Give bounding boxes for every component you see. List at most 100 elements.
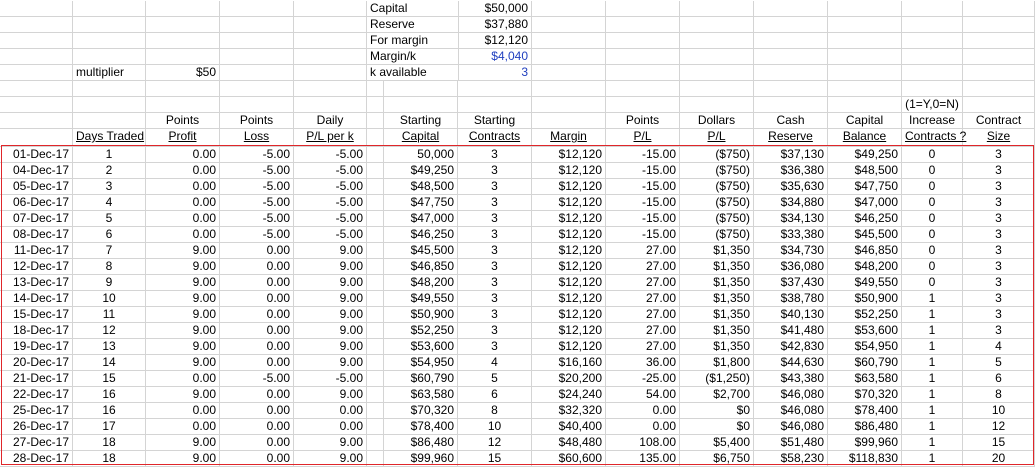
table-cell-col4[interactable]: -5.00 — [294, 163, 367, 179]
table-cell-col10[interactable]: $5,400 — [680, 435, 754, 451]
table-cell-col11[interactable]: $40,130 — [754, 307, 828, 323]
table-cell-col1[interactable]: 15 — [73, 371, 146, 387]
table-cell-col12[interactable]: $46,250 — [828, 211, 902, 227]
cell[interactable] — [220, 17, 294, 33]
param-label-k_available_label[interactable]: k available — [367, 65, 459, 81]
table-cell-col11[interactable]: $36,380 — [754, 163, 828, 179]
table-cell-col0[interactable]: 19-Dec-17 — [0, 339, 73, 355]
cell[interactable] — [902, 65, 963, 81]
table-cell-col4[interactable]: 9.00 — [294, 339, 367, 355]
table-cell-col2[interactable]: 0.00 — [146, 179, 220, 195]
table-cell-col10[interactable]: $1,350 — [680, 307, 754, 323]
cell[interactable] — [146, 1, 220, 17]
table-cell-col6[interactable]: $47,000 — [384, 211, 458, 227]
cell[interactable] — [73, 17, 146, 33]
table-cell-col11[interactable]: $37,130 — [754, 147, 828, 163]
cell[interactable] — [73, 113, 146, 129]
table-cell-col0[interactable]: 13-Dec-17 — [0, 275, 73, 291]
table-cell-col3[interactable]: 0.00 — [220, 307, 294, 323]
table-cell-col3[interactable]: 0.00 — [220, 403, 294, 419]
header-top-10[interactable]: Dollars — [680, 113, 754, 129]
table-cell-col9[interactable]: -15.00 — [606, 227, 680, 243]
table-cell-col8[interactable]: $12,120 — [532, 243, 606, 259]
table-cell-col0[interactable]: 18-Dec-17 — [0, 323, 73, 339]
table-cell-col1[interactable]: 18 — [73, 451, 146, 467]
param-label-capital_label[interactable]: Capital — [367, 1, 459, 17]
table-cell-col8[interactable]: $40,400 — [532, 419, 606, 435]
table-cell-col9[interactable]: 54.00 — [606, 387, 680, 403]
table-cell-col7[interactable]: 8 — [458, 403, 532, 419]
cell[interactable] — [680, 65, 754, 81]
table-cell-col13[interactable]: 0 — [902, 179, 963, 195]
table-cell-col13[interactable]: 1 — [902, 307, 963, 323]
table-cell-col10[interactable]: ($750) — [680, 179, 754, 195]
cell[interactable] — [458, 81, 532, 97]
param-label-reserve_label[interactable]: Reserve — [367, 17, 459, 33]
table-cell-col12[interactable]: $86,480 — [828, 419, 902, 435]
cell[interactable] — [606, 49, 680, 65]
table-cell-col7[interactable]: 3 — [458, 307, 532, 323]
header-2[interactable]: Profit — [146, 129, 220, 147]
table-cell-col8[interactable]: $12,120 — [532, 211, 606, 227]
table-cell-col2[interactable]: 9.00 — [146, 435, 220, 451]
increase-note[interactable]: (1=Y,0=N) — [902, 97, 963, 113]
table-cell-col12[interactable]: $53,600 — [828, 323, 902, 339]
table-cell-col6[interactable]: $46,850 — [384, 259, 458, 275]
cell[interactable] — [828, 17, 902, 33]
table-cell-col9[interactable]: -15.00 — [606, 195, 680, 211]
table-cell-col10[interactable]: $0 — [680, 419, 754, 435]
table-cell-col7[interactable]: 5 — [458, 371, 532, 387]
table-cell-col1[interactable]: 7 — [73, 243, 146, 259]
table-cell-col4[interactable]: -5.00 — [294, 179, 367, 195]
table-cell-col10[interactable]: ($750) — [680, 227, 754, 243]
cell[interactable] — [963, 65, 1035, 81]
cell[interactable] — [73, 33, 146, 49]
cell[interactable] — [606, 1, 680, 17]
table-cell-col0[interactable]: 11-Dec-17 — [0, 243, 73, 259]
cell[interactable] — [754, 17, 828, 33]
table-cell-col4[interactable]: 9.00 — [294, 323, 367, 339]
header-11[interactable]: Reserve — [754, 129, 828, 147]
header-top-13[interactable]: Increase — [902, 113, 963, 129]
table-cell-col7[interactable]: 3 — [458, 195, 532, 211]
table-cell-col6[interactable]: $60,790 — [384, 371, 458, 387]
header-top-7[interactable]: Starting — [458, 113, 532, 129]
table-cell-col1[interactable]: 10 — [73, 291, 146, 307]
table-cell-col4[interactable]: 9.00 — [294, 275, 367, 291]
cell[interactable] — [0, 81, 73, 97]
table-cell-col3[interactable]: 0.00 — [220, 435, 294, 451]
cell[interactable] — [367, 129, 384, 147]
cell[interactable] — [367, 97, 384, 113]
cell[interactable] — [294, 97, 367, 113]
cell[interactable] — [367, 403, 384, 419]
cell[interactable] — [606, 33, 680, 49]
table-cell-col14[interactable]: 3 — [963, 163, 1035, 179]
table-cell-col14[interactable]: 3 — [963, 259, 1035, 275]
table-cell-col4[interactable]: -5.00 — [294, 227, 367, 243]
table-cell-col14[interactable]: 10 — [963, 403, 1035, 419]
cell[interactable] — [828, 49, 902, 65]
table-cell-col4[interactable]: 9.00 — [294, 355, 367, 371]
cell[interactable] — [532, 33, 606, 49]
table-cell-col3[interactable]: 0.00 — [220, 275, 294, 291]
table-cell-col7[interactable]: 3 — [458, 243, 532, 259]
table-cell-col2[interactable]: 9.00 — [146, 355, 220, 371]
table-cell-col9[interactable]: 27.00 — [606, 339, 680, 355]
header-12[interactable]: Balance — [828, 129, 902, 147]
cell[interactable] — [146, 33, 220, 49]
table-cell-col4[interactable]: 9.00 — [294, 451, 367, 467]
table-cell-col4[interactable]: -5.00 — [294, 371, 367, 387]
cell[interactable] — [367, 387, 384, 403]
table-cell-col14[interactable]: 3 — [963, 243, 1035, 259]
table-cell-col11[interactable]: $35,630 — [754, 179, 828, 195]
param-label-margin_k_label[interactable]: Margin/k — [367, 49, 459, 65]
table-cell-col13[interactable]: 0 — [902, 211, 963, 227]
cell[interactable] — [367, 339, 384, 355]
table-cell-col13[interactable]: 0 — [902, 195, 963, 211]
table-cell-col13[interactable]: 1 — [902, 419, 963, 435]
cell[interactable] — [73, 97, 146, 113]
table-cell-col13[interactable]: 0 — [902, 243, 963, 259]
table-cell-col7[interactable]: 4 — [458, 355, 532, 371]
table-cell-col9[interactable]: 36.00 — [606, 355, 680, 371]
table-cell-col8[interactable]: $12,120 — [532, 179, 606, 195]
